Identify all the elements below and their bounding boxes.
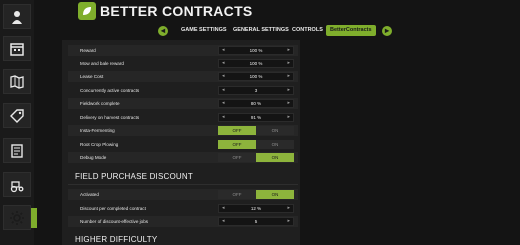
tractor-icon xyxy=(10,180,24,192)
selector-value: 80 % xyxy=(250,101,262,106)
section-title-higher-difficulty: HIGHER DIFFICULTY xyxy=(75,235,158,244)
arrow-right-icon[interactable]: ▸ xyxy=(287,60,290,67)
selector-value: 100 % xyxy=(249,61,263,66)
setting-label: Discount per completed contract xyxy=(80,206,146,211)
sidebar-item-prices[interactable] xyxy=(3,103,31,128)
arrow-left-icon[interactable]: ◂ xyxy=(222,73,225,80)
reward-selector[interactable]: ◂ 100 % ▸ xyxy=(218,46,294,55)
setting-row-reward: Reward ◂ 100 % ▸ xyxy=(68,45,298,56)
setting-row-discount-per-contract: Discount per completed contract ◂ 12 % ▸ xyxy=(68,203,298,214)
debug-mode-toggle[interactable]: OFF ON xyxy=(218,153,294,162)
toggle-on-option[interactable]: ON xyxy=(256,126,294,135)
sidebar xyxy=(0,0,34,245)
arrow-right-icon[interactable]: ▸ xyxy=(287,73,290,80)
setting-row-fieldwork-complete: Fieldwork complete ◂ 80 % ▸ xyxy=(68,98,298,109)
setting-row-lease-cost: Lease Cost ◂ 100 % ▸ xyxy=(68,71,298,82)
sidebar-item-calendar[interactable] xyxy=(3,36,31,61)
setting-row-debug-mode: Debug Mode OFF ON xyxy=(68,152,298,163)
toggle-off-option[interactable]: OFF xyxy=(218,190,256,199)
contracts-icon xyxy=(11,143,23,158)
page-title: BETTER CONTRACTS xyxy=(100,3,253,19)
setting-label: Number of discount-effective jobs xyxy=(80,219,149,224)
toggle-off-option[interactable]: OFF xyxy=(218,153,256,162)
arrow-right-icon[interactable]: ▸ xyxy=(287,100,290,107)
tab-controls[interactable]: CONTROLS xyxy=(288,25,327,36)
setting-label: Root Crop Plowing xyxy=(80,142,119,147)
section-title-field-purchase: FIELD PURCHASE DISCOUNT xyxy=(75,172,193,181)
tab-next-button[interactable]: ▸ xyxy=(382,26,392,36)
setting-row-root-crop-plowing: Root Crop Plowing OFF ON xyxy=(68,139,298,150)
leaf-icon xyxy=(83,7,91,15)
sidebar-active-indicator xyxy=(31,208,37,228)
setting-label: Debug Mode xyxy=(80,155,107,160)
arrow-right-icon[interactable]: ▸ xyxy=(287,47,290,54)
sidebar-item-contracts[interactable] xyxy=(3,138,31,163)
sidebar-item-map[interactable] xyxy=(3,69,31,94)
toggle-on-option[interactable]: ON xyxy=(256,190,294,199)
arrow-right-icon[interactable]: ▸ xyxy=(287,114,290,121)
arrow-left-icon[interactable]: ◂ xyxy=(222,87,225,94)
section-divider xyxy=(68,184,298,185)
tab-game-settings[interactable]: GAME SETTINGS xyxy=(177,25,231,36)
selector-value: 12 % xyxy=(250,206,262,211)
mow-bale-reward-selector[interactable]: ◂ 100 % ▸ xyxy=(218,59,294,68)
toggle-on-option[interactable]: ON xyxy=(256,153,294,162)
toggle-on-option[interactable]: ON xyxy=(256,140,294,149)
setting-label: Activated xyxy=(80,192,99,197)
sidebar-item-settings[interactable] xyxy=(3,205,31,230)
tab-prev-button[interactable]: ◂ xyxy=(158,26,168,36)
arrow-left-icon[interactable]: ◂ xyxy=(222,60,225,67)
sidebar-item-vehicles[interactable] xyxy=(3,172,31,197)
arrow-left-icon[interactable]: ◂ xyxy=(222,205,225,212)
toggle-off-option[interactable]: OFF xyxy=(218,126,256,135)
setting-label: Concurrently active contracts xyxy=(80,88,140,93)
setting-label: Insta-Fermenting xyxy=(80,128,115,133)
setting-label: Lease Cost xyxy=(80,74,104,79)
setting-label: Fieldwork complete xyxy=(80,101,120,106)
price-tag-icon xyxy=(10,108,24,123)
selector-value: 100 % xyxy=(249,48,263,53)
discount-jobs-selector[interactable]: ◂ 5 ▸ xyxy=(218,217,294,226)
delivery-harvest-selector[interactable]: ◂ 91 % ▸ xyxy=(218,113,294,122)
selector-value: 100 % xyxy=(249,74,263,79)
setting-row-discount-activated: Activated OFF ON xyxy=(68,189,298,200)
setting-label: Delivery on harvest contracts xyxy=(80,115,140,120)
lease-cost-selector[interactable]: ◂ 100 % ▸ xyxy=(218,72,294,81)
arrow-left-icon[interactable]: ◂ xyxy=(222,100,225,107)
selector-value: 5 xyxy=(254,219,258,224)
sidebar-item-farmer[interactable] xyxy=(3,4,31,29)
arrow-right-icon[interactable]: ▸ xyxy=(287,218,290,225)
setting-row-delivery-harvest: Delivery on harvest contracts ◂ 91 % ▸ xyxy=(68,112,298,123)
setting-row-mow-bale-reward: Mow and bale reward ◂ 100 % ▸ xyxy=(68,58,298,69)
toggle-off-option[interactable]: OFF xyxy=(218,140,256,149)
selector-value: 3 xyxy=(254,88,258,93)
arrow-left-icon[interactable]: ◂ xyxy=(222,47,225,54)
selector-value: 91 % xyxy=(250,115,262,120)
farmer-icon xyxy=(12,10,22,24)
fieldwork-complete-selector[interactable]: ◂ 80 % ▸ xyxy=(218,99,294,108)
setting-label: Reward xyxy=(80,48,96,53)
setting-row-discount-jobs: Number of discount-effective jobs ◂ 5 ▸ xyxy=(68,216,298,227)
insta-fermenting-toggle[interactable]: OFF ON xyxy=(218,126,294,135)
discount-activated-toggle[interactable]: OFF ON xyxy=(218,190,294,199)
arrow-right-icon[interactable]: ▸ xyxy=(287,87,290,94)
tab-general-settings[interactable]: GENERAL SETTINGS xyxy=(229,25,293,36)
calendar-icon xyxy=(10,42,24,56)
arrow-left-icon[interactable]: ◂ xyxy=(222,114,225,121)
setting-row-insta-fermenting: Insta-Fermenting OFF ON xyxy=(68,125,298,136)
app-logo xyxy=(78,2,96,20)
setting-row-active-contracts: Concurrently active contracts ◂ 3 ▸ xyxy=(68,85,298,96)
tab-bettercontracts[interactable]: BetterContracts xyxy=(326,25,376,36)
arrow-left-icon[interactable]: ◂ xyxy=(222,218,225,225)
settings-icon xyxy=(10,210,24,225)
discount-per-contract-selector[interactable]: ◂ 12 % ▸ xyxy=(218,204,294,213)
root-crop-plowing-toggle[interactable]: OFF ON xyxy=(218,140,294,149)
active-contracts-selector[interactable]: ◂ 3 ▸ xyxy=(218,86,294,95)
arrow-right-icon[interactable]: ▸ xyxy=(287,205,290,212)
setting-label: Mow and bale reward xyxy=(80,61,124,66)
map-icon xyxy=(10,74,24,89)
